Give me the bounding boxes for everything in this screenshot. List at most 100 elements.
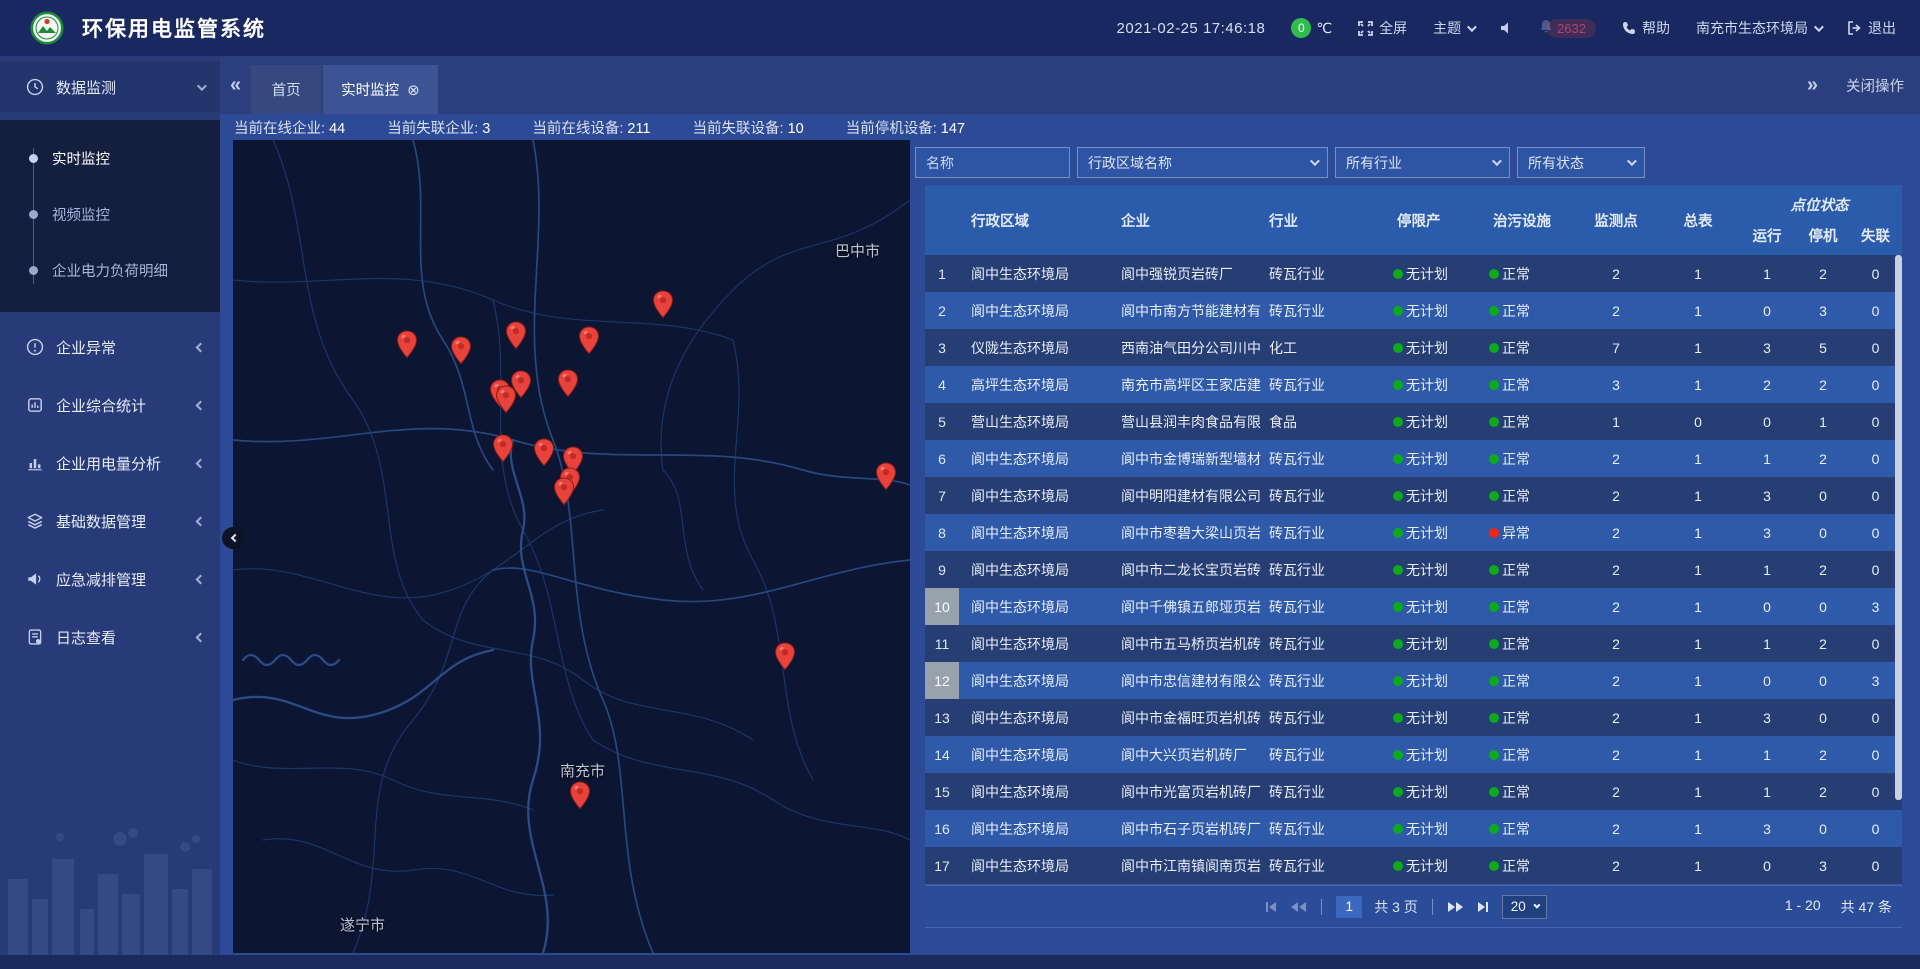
map-pin[interactable] — [774, 642, 796, 671]
tab-0[interactable]: 首页 — [251, 65, 321, 114]
table-row[interactable]: 5营山生态环境局营山县润丰肉食品有限食品无计划正常10010 — [925, 403, 1902, 440]
table-row[interactable]: 10阆中生态环境局阆中千佛镇五郎垭页岩砖瓦行业无计划正常21003 — [925, 588, 1902, 625]
stat-label: 当前在线设备: — [532, 121, 627, 137]
tab-close-icon[interactable]: ⊗ — [407, 81, 420, 99]
table-row[interactable]: 12阆中生态环境局阆中市忠信建材有限公砖瓦行业无计划正常21003 — [925, 662, 1902, 699]
map-pin[interactable] — [495, 385, 517, 414]
sidebar-item-label: 企业综合统计 — [56, 395, 197, 416]
table-row[interactable]: 16阆中生态环境局阆中市石子页岩机砖厂砖瓦行业无计划正常21300 — [925, 810, 1902, 847]
table-row[interactable]: 11阆中生态环境局阆中市五马桥页岩机砖砖瓦行业无计划正常21120 — [925, 625, 1902, 662]
map-pin[interactable] — [569, 781, 591, 810]
sidebar-item-label: 企业用电量分析 — [56, 453, 197, 474]
sidebar-submenu: 实时监控视频监控企业电力负荷明细 — [0, 120, 220, 312]
sidebar-item-1[interactable]: 企业异常 — [0, 322, 220, 372]
cell-monitor-count: 2 — [1573, 303, 1659, 319]
sidebar-item-3[interactable]: 企业用电量分析 — [0, 438, 220, 488]
sidebar-subitem-0-1[interactable]: 视频监控 — [0, 186, 220, 242]
sidebar-subitem-0-2[interactable]: 企业电力负荷明细 — [0, 242, 220, 298]
cell-limit-status: 无计划 — [1385, 375, 1481, 395]
table-row[interactable]: 1阆中生态环境局阆中强锐页岩砖厂砖瓦行业无计划正常21120 — [925, 255, 1902, 292]
cell-meter-count: 1 — [1659, 340, 1737, 356]
map-pin[interactable] — [396, 330, 418, 359]
cell-stop-count: 2 — [1797, 451, 1849, 467]
tab-scroll-left-icon[interactable]: « — [220, 74, 251, 97]
map-pin[interactable] — [533, 438, 555, 467]
prev-page-button[interactable] — [1290, 901, 1307, 913]
cell-monitor-count: 2 — [1573, 710, 1659, 726]
org-menu[interactable]: 南充市生态环境局 — [1696, 18, 1821, 38]
table-scrollbar-thumb[interactable] — [1895, 255, 1902, 800]
cell-company: 阆中市金福旺页岩机砖 — [1109, 708, 1261, 728]
status-dot-icon — [1489, 491, 1499, 501]
status-dot-icon — [1393, 565, 1403, 575]
sidebar-item-0[interactable]: 数据监测 — [0, 62, 220, 112]
cell-run-count: 3 — [1737, 488, 1797, 504]
sidebar-subitem-label: 视频监控 — [52, 204, 110, 225]
cell-stop-count: 0 — [1797, 821, 1849, 837]
status-filter-select[interactable]: 所有状态 — [1517, 147, 1645, 178]
map-pin[interactable] — [492, 434, 514, 463]
close-operations-button[interactable]: 关闭操作 — [1846, 75, 1904, 96]
map-collapse-button[interactable] — [222, 527, 244, 549]
map-pin[interactable] — [553, 477, 575, 506]
cell-industry: 砖瓦行业 — [1261, 523, 1385, 543]
row-number: 8 — [925, 514, 959, 551]
sidebar-item-label: 基础数据管理 — [56, 511, 197, 532]
cell-limit-status: 无计划 — [1385, 671, 1481, 691]
row-number: 12 — [925, 662, 959, 699]
sidebar-item-2[interactable]: 企业综合统计 — [0, 380, 220, 430]
first-page-button[interactable] — [1264, 901, 1278, 913]
map-pin[interactable] — [557, 369, 579, 398]
logout-button[interactable]: 退出 — [1847, 18, 1896, 38]
theme-menu[interactable]: 主题 — [1433, 18, 1474, 38]
sidebar-item-6[interactable]: 日志查看 — [0, 612, 220, 662]
stat-value: 3 — [482, 121, 490, 137]
map-pin[interactable] — [578, 326, 600, 355]
table-row[interactable]: 15阆中生态环境局阆中市光富页岩机砖厂砖瓦行业无计划正常21120 — [925, 773, 1902, 810]
mute-button[interactable] — [1500, 21, 1513, 35]
table-row[interactable]: 9阆中生态环境局阆中市二龙长宝页岩砖砖瓦行业无计划正常21120 — [925, 551, 1902, 588]
col-region: 行政区域 — [959, 210, 1109, 231]
help-button[interactable]: 帮助 — [1622, 18, 1670, 38]
table-row[interactable]: 4高坪生态环境局南充市高坪区王家店建砖瓦行业无计划正常31220 — [925, 366, 1902, 403]
cell-meter-count: 0 — [1659, 414, 1737, 430]
table-row[interactable]: 7阆中生态环境局阆中明阳建材有限公司砖瓦行业无计划正常21300 — [925, 477, 1902, 514]
table-row[interactable]: 14阆中生态环境局阆中大兴页岩机砖厂砖瓦行业无计划正常21120 — [925, 736, 1902, 773]
industry-filter-select[interactable]: 所有行业 — [1335, 147, 1510, 178]
map-roads — [233, 140, 910, 953]
fullscreen-button[interactable]: 全屏 — [1358, 18, 1407, 38]
cell-monitor-count: 3 — [1573, 377, 1659, 393]
map-pin[interactable] — [875, 462, 897, 491]
name-filter-input[interactable] — [915, 147, 1070, 178]
sidebar-item-5[interactable]: 应急减排管理 — [0, 554, 220, 604]
table-row[interactable]: 3仪陇生态环境局西南油气田分公司川中化工无计划正常71350 — [925, 329, 1902, 366]
map-pin[interactable] — [450, 336, 472, 365]
table-row[interactable]: 2阆中生态环境局阆中市南方节能建材有砖瓦行业无计划正常21030 — [925, 292, 1902, 329]
pagination-bar: 1 共 3 页 20 1 - 20 共 47 条 — [925, 885, 1902, 928]
table-row[interactable]: 13阆中生态环境局阆中市金福旺页岩机砖砖瓦行业无计划正常21300 — [925, 699, 1902, 736]
map-pin[interactable] — [652, 290, 674, 319]
cell-region: 阆中生态环境局 — [959, 856, 1109, 876]
map-pin[interactable] — [505, 321, 527, 350]
cell-limit-status: 无计划 — [1385, 597, 1481, 617]
page-size-select[interactable]: 20 — [1502, 895, 1547, 919]
tab-scroll-right-icon[interactable]: » — [1797, 74, 1828, 97]
cell-facility-status: 正常 — [1481, 412, 1573, 432]
tab-1[interactable]: 实时监控⊗ — [323, 65, 438, 114]
table-row[interactable]: 17阆中生态环境局阆中市江南镇阆南页岩砖瓦行业无计划正常21030 — [925, 847, 1902, 884]
status-dot-icon — [1489, 343, 1499, 353]
cell-meter-count: 1 — [1659, 747, 1737, 763]
next-page-button[interactable] — [1447, 901, 1464, 913]
table-row[interactable]: 8阆中生态环境局阆中市枣碧大梁山页岩砖瓦行业无计划异常21300 — [925, 514, 1902, 551]
table-header: 行政区域 企业 行业 停限产 治污设施 监测点 总表 点位状态 运行 停机 失联 — [925, 185, 1902, 255]
table-row[interactable]: 6阆中生态环境局阆中市金博瑞新型墙材砖瓦行业无计划正常21120 — [925, 440, 1902, 477]
region-filter-select[interactable]: 行政区域名称 — [1077, 147, 1328, 178]
cell-run-count: 3 — [1737, 821, 1797, 837]
cell-run-count: 0 — [1737, 414, 1797, 430]
sidebar-item-4[interactable]: 基础数据管理 — [0, 496, 220, 546]
last-page-button[interactable] — [1476, 901, 1490, 913]
sidebar-subitem-0-0[interactable]: 实时监控 — [0, 130, 220, 186]
map-panel[interactable]: 巴中市南充市遂宁市 — [233, 140, 910, 953]
notifications-button[interactable]: 2632 — [1539, 19, 1596, 38]
current-page-input[interactable]: 1 — [1336, 896, 1362, 918]
